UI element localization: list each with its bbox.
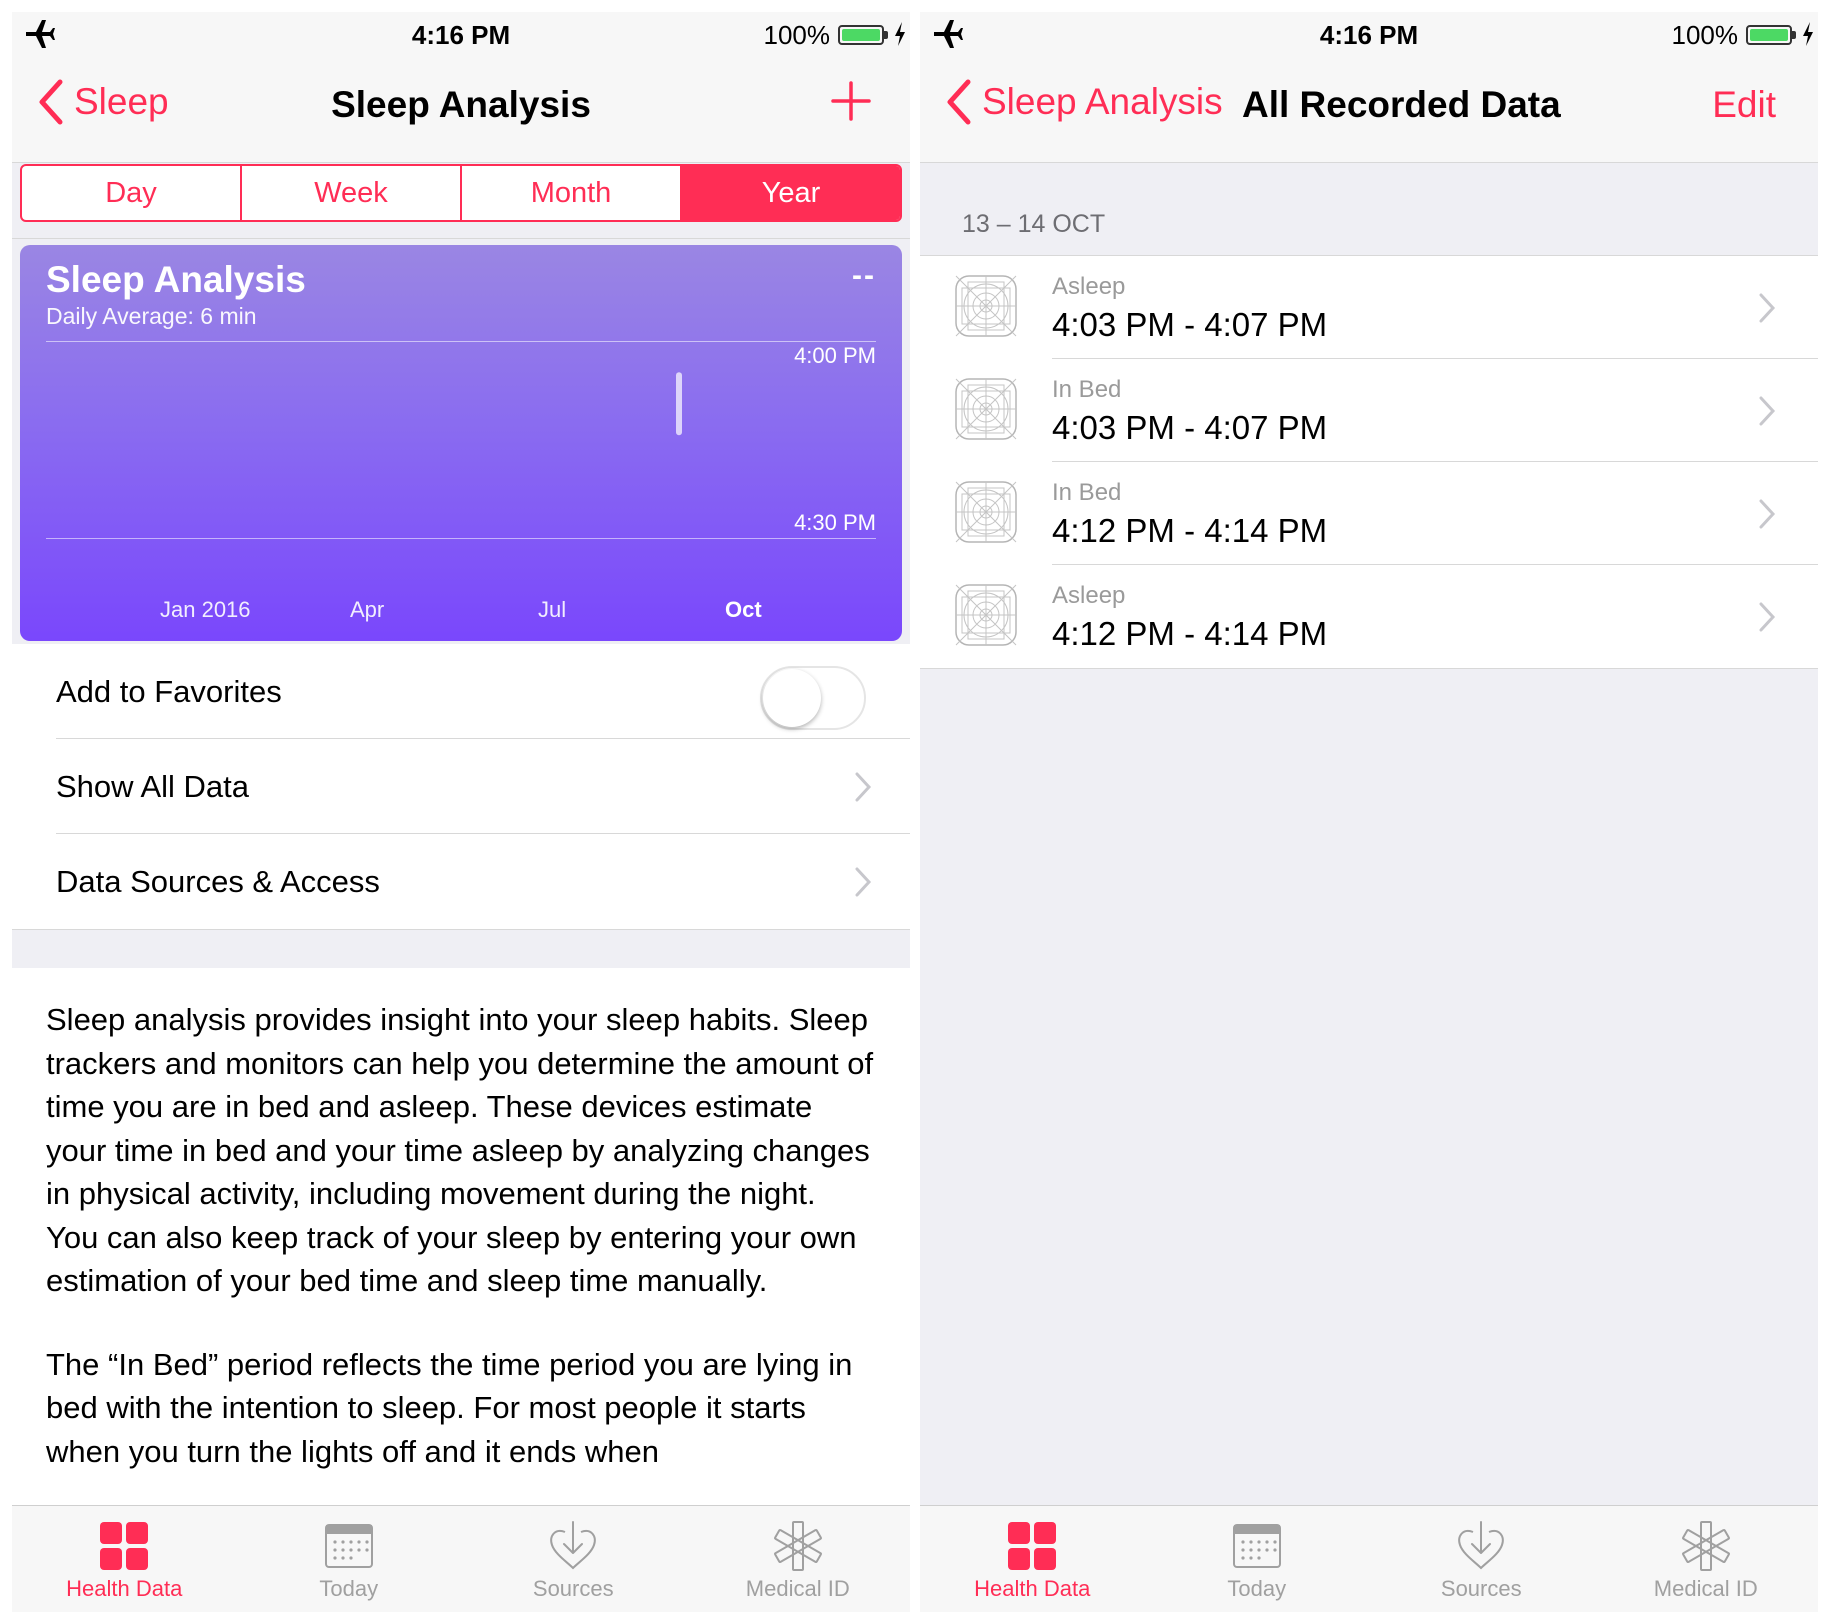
navigation-bar: Sleep Sleep Analysis	[12, 56, 910, 163]
record-time-range: 4:03 PM - 4:07 PM	[1052, 409, 1328, 446]
tab-bar: Health Data Today Sources Medical ID	[920, 1505, 1818, 1612]
period-segmented-control: Day Week Month Year	[20, 164, 902, 222]
records-list: Asleep 4:03 PM - 4:07 PM In Bed 4:03 PM - 4…	[920, 255, 1818, 669]
record-type: In Bed	[1052, 376, 1122, 403]
tab-bar: Health Data Today Sources Medical ID	[12, 1505, 910, 1612]
y-tick-label-top: 4:00 PM	[794, 343, 876, 368]
record-row[interactable]: Asleep 4:03 PM - 4:07 PM	[920, 256, 1818, 359]
tab-label: Medical ID	[1653, 1576, 1758, 1601]
record-type: Asleep	[1052, 273, 1126, 300]
x-tick-label-apr: Apr	[350, 597, 385, 622]
data-sources-access-label: Data Sources & Access	[56, 864, 380, 899]
description-paragraph: The “In Bed” period reflects the time pe…	[46, 1346, 853, 1469]
tab-sources[interactable]: Sources	[1369, 1506, 1594, 1612]
tab-label: Sources	[1440, 1576, 1522, 1601]
page-title: Sleep Analysis	[331, 84, 591, 125]
health-data-icon	[1008, 1522, 1057, 1570]
plus-icon[interactable]	[830, 80, 872, 122]
chart-plot-area	[676, 372, 682, 436]
edit-button[interactable]: Edit	[1712, 84, 1776, 126]
record-time-range: 4:03 PM - 4:07 PM	[1052, 306, 1328, 343]
add-to-favorites-row: Add to Favorites	[12, 644, 910, 739]
chevron-right-icon	[1759, 602, 1776, 632]
tab-health-data[interactable]: Health Data	[12, 1506, 237, 1612]
calendar-icon	[1232, 1524, 1281, 1568]
tab-label: Today	[319, 1576, 379, 1601]
sleep-bar	[676, 372, 682, 436]
record-row[interactable]: In Bed 4:03 PM - 4:07 PM	[920, 359, 1818, 462]
tab-today[interactable]: Today	[237, 1506, 462, 1612]
battery-tip	[1792, 31, 1796, 39]
tab-label: Sources	[532, 1576, 614, 1601]
back-button-label: Sleep Analysis	[982, 81, 1223, 122]
record-row[interactable]: Asleep 4:12 PM - 4:14 PM	[920, 565, 1818, 668]
x-tick-label-jan: Jan 2016	[160, 597, 251, 622]
tab-medical-id[interactable]: Medical ID	[686, 1506, 911, 1612]
tab-medical-id[interactable]: Medical ID	[1594, 1506, 1819, 1612]
chevron-right-icon	[1759, 293, 1776, 323]
chevron-left-icon	[947, 79, 971, 125]
battery-icon	[838, 25, 884, 45]
record-row[interactable]: In Bed 4:12 PM - 4:14 PM	[920, 462, 1818, 565]
y-tick-label-bottom: 4:30 PM	[794, 510, 876, 535]
medical-id-icon	[1681, 1521, 1730, 1571]
sleep-chart-card[interactable]: Sleep Analysis Daily Average: 6 min -- 4…	[20, 245, 902, 641]
add-to-favorites-label: Add to Favorites	[56, 674, 282, 709]
calendar-icon	[324, 1524, 373, 1568]
segment-year[interactable]: Year	[680, 166, 900, 220]
sleep-analysis-screen: 4:16 PM 100% Sleep Sleep Analysis Day We…	[12, 12, 910, 1612]
battery-tip	[884, 31, 888, 39]
segment-month[interactable]: Month	[460, 166, 680, 220]
show-all-data-label: Show All Data	[56, 769, 249, 804]
bolt-icon	[895, 22, 905, 46]
health-data-icon	[100, 1522, 149, 1570]
chevron-right-icon	[855, 772, 872, 802]
chevron-right-icon	[855, 867, 872, 897]
chevron-right-icon	[1759, 396, 1776, 426]
status-bar: 4:16 PM 100%	[920, 12, 1818, 56]
chevron-right-icon	[1759, 499, 1776, 529]
sources-heart-icon	[550, 1521, 596, 1570]
record-type: Asleep	[1052, 582, 1126, 609]
sources-heart-icon	[1458, 1521, 1504, 1570]
status-bar: 4:16 PM 100%	[12, 12, 910, 56]
record-time-range: 4:12 PM - 4:14 PM	[1052, 512, 1328, 549]
app-placeholder-icon	[955, 378, 1017, 440]
tab-label: Today	[1227, 1576, 1287, 1601]
tab-label: Health Data	[66, 1576, 183, 1601]
battery-percent: 100%	[763, 20, 831, 50]
description-text: Sleep analysis provides insight into you…	[12, 968, 910, 1518]
group-spacer	[12, 929, 910, 969]
tab-health-data[interactable]: Health Data	[920, 1506, 1145, 1612]
section-header: 13 – 14 OCT	[962, 210, 1106, 238]
tab-label: Medical ID	[745, 1576, 850, 1601]
app-placeholder-icon	[955, 481, 1017, 543]
medical-id-icon	[773, 1521, 822, 1571]
divider	[12, 238, 910, 239]
favorites-toggle[interactable]	[760, 666, 866, 730]
record-time-range: 4:12 PM - 4:14 PM	[1052, 615, 1328, 652]
x-tick-label-oct: Oct	[725, 597, 762, 622]
record-type: In Bed	[1052, 479, 1122, 506]
tab-today[interactable]: Today	[1145, 1506, 1370, 1612]
battery-percent: 100%	[1671, 20, 1739, 50]
back-button[interactable]: Sleep Analysis	[944, 78, 1223, 126]
page-title: All Recorded Data	[1242, 84, 1561, 125]
segment-day[interactable]: Day	[22, 166, 240, 220]
description-paragraph: Sleep analysis provides insight into you…	[46, 1002, 874, 1298]
toggle-knob	[763, 669, 821, 727]
x-tick-label-jul: Jul	[538, 597, 567, 622]
segment-week[interactable]: Week	[240, 166, 460, 220]
tab-label: Health Data	[974, 1576, 1091, 1601]
tab-sources[interactable]: Sources	[461, 1506, 686, 1612]
battery-icon	[1746, 25, 1792, 45]
app-placeholder-icon	[955, 275, 1017, 337]
app-placeholder-icon	[955, 584, 1017, 646]
navigation-bar: Sleep Analysis All Recorded Data Edit	[920, 56, 1818, 163]
show-all-data-row[interactable]: Show All Data	[12, 739, 910, 834]
bolt-icon	[1803, 22, 1813, 46]
settings-list: Add to Favorites Show All Data Data Sour…	[12, 644, 910, 929]
data-sources-access-row[interactable]: Data Sources & Access	[12, 834, 910, 929]
all-recorded-data-screen: 4:16 PM 100% Sleep Analysis All Recorded…	[920, 12, 1818, 1612]
